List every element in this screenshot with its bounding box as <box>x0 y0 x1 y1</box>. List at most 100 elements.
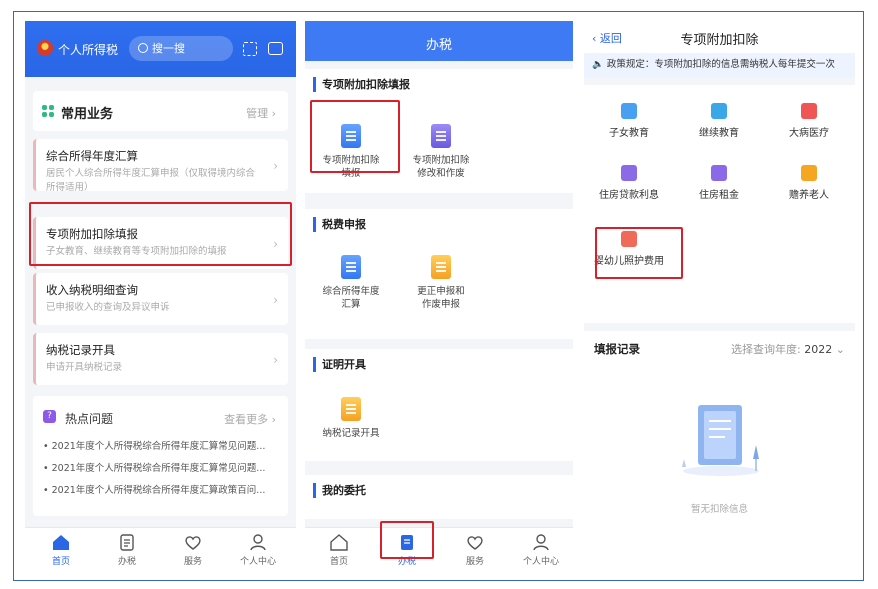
message-icon[interactable] <box>268 42 283 55</box>
tab-home[interactable]: 首页 <box>33 534 89 567</box>
tab-home[interactable]: 首页 <box>311 534 367 567</box>
bottom-tab-bar: 首页 办税 服务 个人中心 <box>305 527 573 573</box>
search-icon <box>138 43 148 53</box>
business-title: 收入纳税明细查询 <box>46 283 138 297</box>
bottom-tab-bar: 首页 办税 服务 个人中心 <box>25 527 296 573</box>
tab-service[interactable]: 服务 <box>165 534 221 567</box>
tax-header: 办税 <box>305 21 573 61</box>
certificate-icon <box>341 397 361 421</box>
tab-profile[interactable]: 个人中心 <box>513 534 569 567</box>
common-business-header: 常用业务 管理 › <box>33 91 288 131</box>
document-icon <box>401 535 413 550</box>
home-icon <box>53 535 69 550</box>
screenshot-frame: 个人所得税 搜一搜 常用业务 管理 › 综合所得年度汇算 居民个人综合所得年度汇… <box>13 11 864 581</box>
business-desc: 居民个人综合所得年度汇算申报（仅取得境内综合所得适用） <box>46 168 256 193</box>
business-title: 纳税记录开具 <box>46 343 115 357</box>
category-mortgage-interest[interactable]: 住房贷款利息 <box>584 165 674 201</box>
grid-icon <box>42 105 54 117</box>
section-title: 税费申报 <box>313 217 366 232</box>
category-housing-rent[interactable]: 住房租金 <box>674 165 764 201</box>
speaker-icon: 🔈 <box>592 59 604 70</box>
app-header: 个人所得税 搜一搜 <box>25 21 296 77</box>
correction-document-icon <box>431 255 451 279</box>
chevron-down-icon: ⌄ <box>835 343 845 356</box>
page-title: 办税 <box>425 38 452 53</box>
hot-question-item[interactable]: • 2021年度个人所得税综合所得年度汇算常见问题... <box>43 460 278 474</box>
section-title: 证明开具 <box>313 357 366 372</box>
category-continuing-education[interactable]: 继续教育 <box>674 103 764 139</box>
elderly-icon <box>801 165 817 181</box>
empty-message: 暂无扣除信息 <box>690 504 748 515</box>
medical-kit-icon <box>801 103 817 119</box>
graduation-cap-icon <box>711 103 727 119</box>
tax-panel: 办税 专项附加扣除填报 专项附加扣除 填报 专项附加扣除 修改和作废 税费申报 … <box>305 21 573 573</box>
document-icon <box>120 534 134 551</box>
tab-service[interactable]: 服务 <box>447 534 503 567</box>
edit-document-icon <box>341 124 361 148</box>
hot-question-item[interactable]: • 2021年度个人所得税综合所得年度汇算政策百问... <box>43 482 278 496</box>
tab-profile[interactable]: 个人中心 <box>230 534 286 567</box>
hot-questions-title: 热点问题 <box>65 412 114 426</box>
chevron-right-icon: › <box>273 159 278 173</box>
hot-question-item[interactable]: • 2021年度个人所得税综合所得年度汇算常见问题... <box>43 438 278 452</box>
filing-records: 填报记录 选择查询年度: 2022 ⌄ 暂无扣除信息 <box>584 331 855 573</box>
section-certificate: 证明开具 纳税记录开具 <box>305 349 573 461</box>
baby-icon <box>621 231 637 247</box>
tab-tax[interactable]: 办税 <box>99 534 155 567</box>
section-special-deduction: 专项附加扣除填报 专项附加扣除 填报 专项附加扣除 修改和作废 <box>305 69 573 193</box>
heart-hand-icon <box>467 536 483 550</box>
business-item-annual-settlement[interactable]: 综合所得年度汇算 居民个人综合所得年度汇算申报（仅取得境内综合所得适用） › <box>33 139 288 193</box>
tax-emblem-icon <box>37 40 53 56</box>
app-title: 个人所得税 <box>58 43 119 57</box>
deduction-categories: 子女教育 继续教育 大病医疗 住房贷款利息 住房租金 赡养老人 婴幼儿照护费用 <box>584 85 855 323</box>
business-desc: 申请开具纳税记录 <box>46 362 123 373</box>
correction-declaration-button[interactable]: 更正申报和 作废申报 <box>401 255 481 311</box>
policy-notice: 🔈 政策规定：专项附加扣除的信息需纳税人每年提交一次 <box>584 53 855 77</box>
business-desc: 已申报收入的查询及异议申诉 <box>46 302 170 313</box>
hot-questions-card: ? 热点问题 查看更多 › • 2021年度个人所得税综合所得年度汇算常见问题.… <box>33 396 288 516</box>
page-title: 专项附加扣除 <box>680 33 759 48</box>
business-item-income-query[interactable]: 收入纳税明细查询 已申报收入的查询及异议申诉 › <box>33 273 288 325</box>
category-child-education[interactable]: 子女教育 <box>584 103 674 139</box>
home-panel: 个人所得税 搜一搜 常用业务 管理 › 综合所得年度汇算 居民个人综合所得年度汇… <box>25 21 296 573</box>
business-title: 综合所得年度汇算 <box>46 149 138 163</box>
special-deduction-panel: ‹ 返回 专项附加扣除 🔈 政策规定：专项附加扣除的信息需纳税人每年提交一次 子… <box>584 21 855 573</box>
empty-document-illustration <box>682 405 759 476</box>
category-medical[interactable]: 大病医疗 <box>764 103 854 139</box>
user-icon <box>250 534 266 551</box>
house-icon <box>711 165 727 181</box>
search-placeholder: 搜一搜 <box>152 42 185 55</box>
home-icon <box>330 534 348 551</box>
tab-tax[interactable]: 办税 <box>379 534 435 567</box>
section-title: 专项附加扣除填报 <box>313 77 410 92</box>
question-icon: ? <box>43 410 56 423</box>
user-icon <box>533 534 549 551</box>
special-deduction-fill-button[interactable]: 专项附加扣除 填报 <box>311 124 391 180</box>
business-title: 专项附加扣除填报 <box>46 227 138 241</box>
tax-record-issue-button[interactable]: 纳税记录开具 <box>311 397 391 440</box>
view-more-link[interactable]: 查看更多 › <box>224 411 276 427</box>
scan-icon[interactable] <box>243 42 257 56</box>
search-input[interactable]: 搜一搜 <box>129 36 233 61</box>
house-icon <box>621 165 637 181</box>
children-icon <box>621 103 637 119</box>
business-item-tax-record[interactable]: 纳税记录开具 申请开具纳税记录 › <box>33 333 288 385</box>
manage-link[interactable]: 管理 › <box>246 105 276 121</box>
section-tax-declaration: 税费申报 综合所得年度 汇算 更正申报和 作废申报 <box>305 209 573 339</box>
business-desc: 子女教育、继续教育等专项附加扣除的填报 <box>46 246 227 257</box>
annual-settlement-button[interactable]: 综合所得年度 汇算 <box>311 255 391 311</box>
chevron-right-icon: › <box>273 353 278 367</box>
settings-document-icon <box>431 124 451 148</box>
nav-bar: ‹ 返回 专项附加扣除 <box>584 21 855 53</box>
category-elderly-support[interactable]: 赡养老人 <box>764 165 854 201</box>
heart-hand-icon <box>185 536 201 550</box>
category-infant-care[interactable]: 婴幼儿照护费用 <box>584 231 674 267</box>
section-title: 我的委托 <box>313 483 366 498</box>
section-my-entrust: 我的委托 <box>305 475 573 519</box>
chevron-right-icon: › <box>273 293 278 307</box>
business-item-special-deduction[interactable]: 专项附加扣除填报 子女教育、继续教育等专项附加扣除的填报 › <box>33 217 288 269</box>
special-deduction-modify-button[interactable]: 专项附加扣除 修改和作废 <box>401 124 481 180</box>
common-business-title: 常用业务 <box>61 107 114 122</box>
records-title: 填报记录 <box>594 342 640 356</box>
year-selector[interactable]: 选择查询年度: 2022 ⌄ <box>731 341 845 357</box>
